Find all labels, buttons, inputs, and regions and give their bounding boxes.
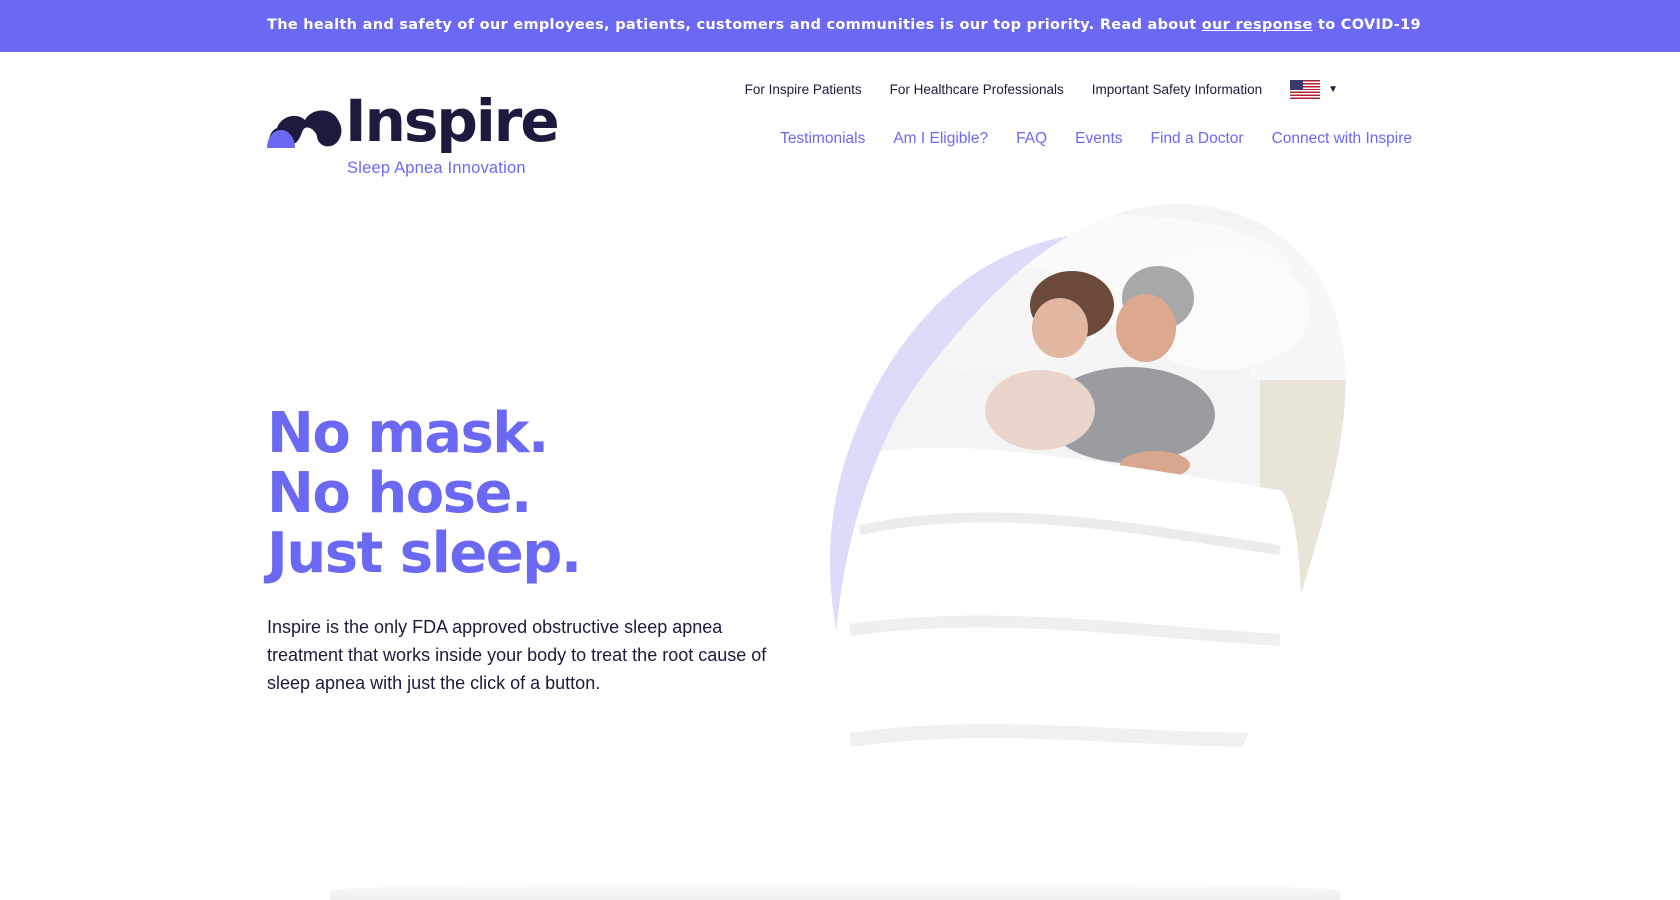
nav-testimonials[interactable]: Testimonials	[780, 130, 865, 148]
main-nav: Testimonials Am I Eligible? FAQ Events F…	[780, 130, 1412, 148]
country-selector[interactable]: ▼	[1290, 80, 1338, 99]
us-flag-icon	[1290, 80, 1321, 99]
nav-events[interactable]: Events	[1075, 130, 1122, 148]
nav-faq[interactable]: FAQ	[1016, 130, 1047, 148]
hero-headline-line-1: No mask.	[267, 401, 549, 466]
hero-description: Inspire is the only FDA approved obstruc…	[267, 617, 767, 693]
hero-headline-line-3: Just sleep.	[267, 521, 582, 586]
nav-am-i-eligible[interactable]: Am I Eligible?	[893, 130, 988, 148]
covid-response-link[interactable]: our response	[1202, 17, 1313, 33]
nav-connect-with-inspire[interactable]: Connect with Inspire	[1272, 130, 1412, 148]
nav-important-safety-information[interactable]: Important Safety Information	[1092, 82, 1262, 97]
covid-banner: The health and safety of our employees, …	[0, 0, 1680, 52]
inspire-logo[interactable]: Inspire Sleep Apnea Innovation	[267, 92, 560, 182]
covid-banner-text: The health and safety of our employees, …	[267, 17, 1421, 33]
hero-headline-line-2: No hose.	[267, 461, 532, 526]
logo-wordmark: Inspire	[345, 87, 560, 155]
hero-image	[820, 200, 1420, 900]
section-divider-shadow	[330, 882, 1340, 900]
hero-headline: No mask. No hose. Just sleep.	[267, 401, 582, 586]
cloud-icon	[267, 110, 342, 148]
covid-banner-text-before: The health and safety of our employees, …	[267, 17, 1202, 33]
nav-find-a-doctor[interactable]: Find a Doctor	[1151, 130, 1244, 148]
logo-tagline: Sleep Apnea Innovation	[347, 159, 526, 177]
covid-banner-text-after: to COVID-19	[1312, 17, 1421, 33]
caret-down-icon: ▼	[1328, 84, 1338, 95]
nav-for-healthcare-professionals[interactable]: For Healthcare Professionals	[890, 82, 1064, 97]
utility-nav: For Inspire Patients For Healthcare Prof…	[745, 80, 1338, 99]
nav-for-inspire-patients[interactable]: For Inspire Patients	[745, 82, 862, 97]
